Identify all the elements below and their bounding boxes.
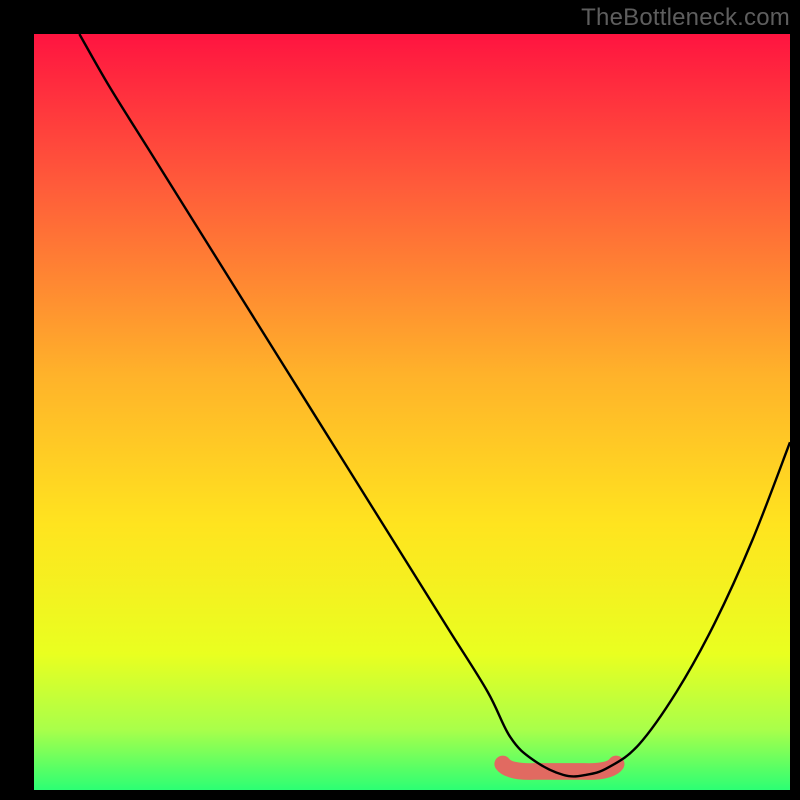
bottleneck-plot <box>0 0 800 800</box>
chart-frame: TheBottleneck.com <box>0 0 800 800</box>
watermark-text: TheBottleneck.com <box>581 4 790 32</box>
optimum-band-marker <box>503 764 616 772</box>
